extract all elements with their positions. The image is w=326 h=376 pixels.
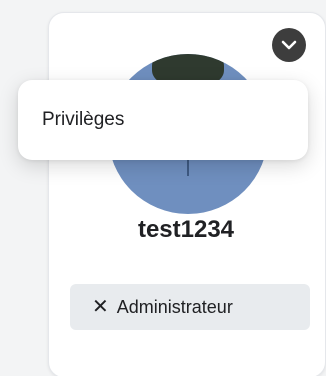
username: test1234 <box>137 216 235 243</box>
chevron-down-icon <box>281 40 297 50</box>
user-card-stage: Privilèges test1234 ✕ Administrateur <box>0 0 326 376</box>
role-chip-administrateur[interactable]: ✕ Administrateur <box>70 284 310 330</box>
card-dropdown-menu: Privilèges <box>18 80 308 160</box>
menu-item-privileges[interactable]: Privilèges <box>18 80 308 160</box>
role-chip-label: Administrateur <box>116 296 233 317</box>
menu-item-label: Privilèges <box>42 109 125 130</box>
close-icon[interactable]: ✕ <box>92 297 109 317</box>
card-menu-toggle-button[interactable] <box>272 28 306 62</box>
